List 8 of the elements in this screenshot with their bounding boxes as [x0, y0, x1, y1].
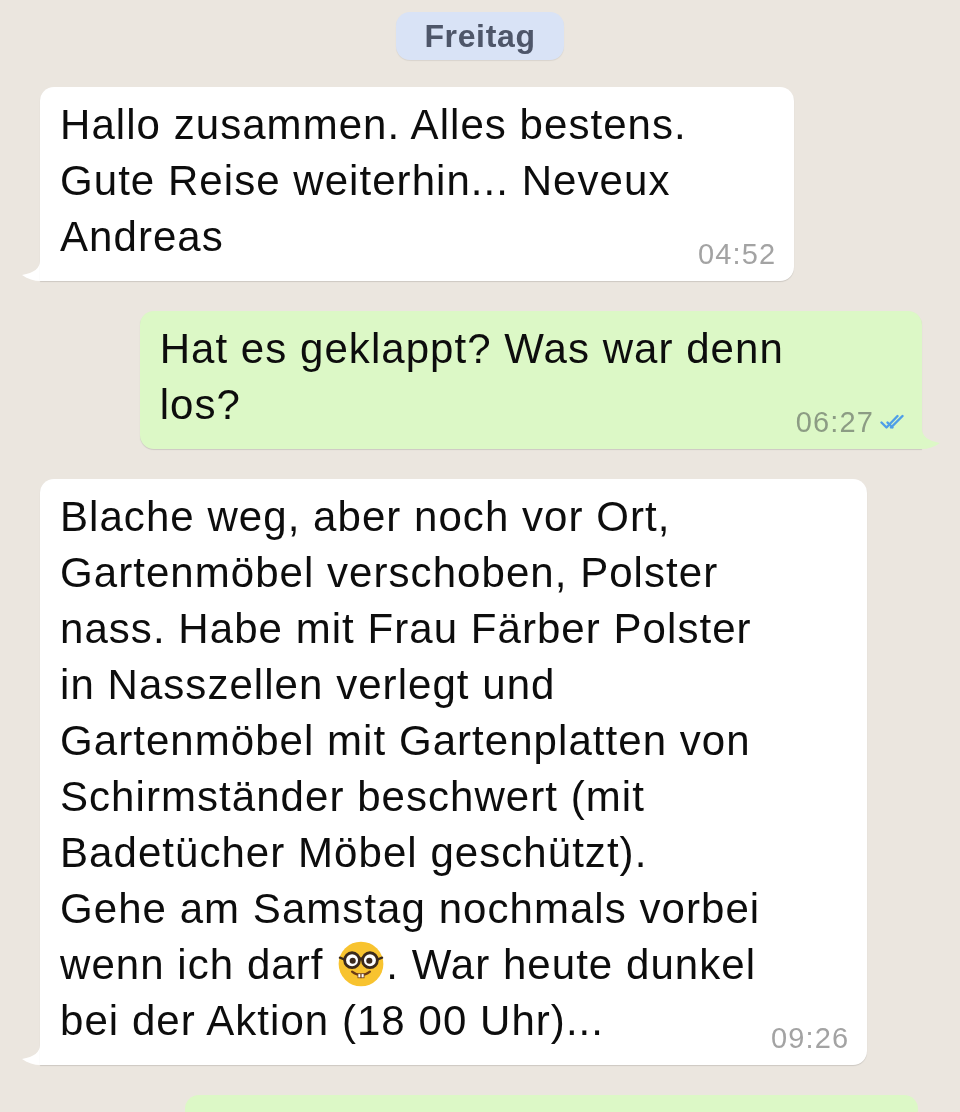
message-time: 06:27	[795, 405, 874, 439]
message-text: Hat es geklappt? Was war denn los?	[159, 324, 785, 430]
nerd-face-icon	[338, 941, 385, 987]
message-text: Hallo zusammen. Alles bestens. Gute Reise weiterhin... Neveux Andreas	[60, 100, 688, 262]
message-time: 04:52	[698, 237, 777, 271]
message-text: Blache weg, aber noch vor Ort, Gartenmöbel verschoben, Polster nass. Habe mit Frau Färber Polster in Nasszellen verlegt und Gartenmöbel mit Gartenplatten von Schirmständer beschwert (mit Badetücher Möbel geschützt). Gehe am Samstag nochmals vorbei wenn ich darf . War heute dunkel bei der Aktion (18 00 Uhr)...	[60, 492, 761, 1046]
message-time: 09:26	[771, 1021, 850, 1055]
date-separator: Freitag	[396, 12, 564, 60]
